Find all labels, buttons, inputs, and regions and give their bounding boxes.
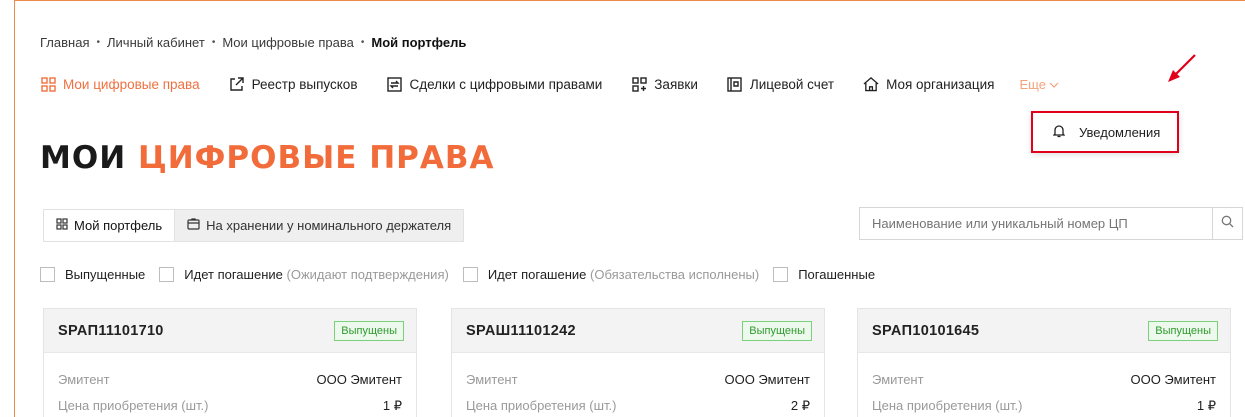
filter-checkbox[interactable] (773, 267, 789, 282)
nav-item-label: Заявки (654, 76, 698, 92)
nav-item-my-digital-rights[interactable]: Мои цифровые права (40, 76, 200, 92)
issuer-value: ООО Эмитент (724, 372, 810, 387)
nav-item-label: Сделки с цифровыми правами (409, 76, 603, 92)
tab-nominee-storage[interactable]: На хранении у номинального держателя (175, 210, 463, 241)
tab-my-portfolio[interactable]: Мой портфель (44, 210, 176, 241)
filter-note: (Ожидают подтверждения) (286, 267, 449, 282)
issuer-label: Эмитент (58, 372, 110, 387)
price-row: Цена приобретения (шт.) 2 ₽ (452, 398, 824, 414)
filter-redeemed[interactable]: Погашенные (773, 267, 875, 282)
issuer-label: Эмитент (466, 372, 518, 387)
nav-item-deals[interactable]: Сделки с цифровыми правами (386, 76, 602, 92)
status-badge: Выпущены (1148, 320, 1218, 341)
search-box (859, 207, 1243, 240)
filter-checkbox[interactable] (40, 267, 55, 282)
external-link-icon (229, 76, 245, 92)
asset-code: SPAШ11101242 (466, 322, 576, 339)
search-button[interactable] (1212, 208, 1242, 239)
tab-label: Мой портфель (74, 218, 163, 233)
notifications-menu-item[interactable]: Уведомления (1031, 111, 1179, 153)
search-input[interactable] (860, 208, 1212, 239)
filter-issued[interactable]: Выпущенные (40, 267, 145, 282)
breadcrumb-home[interactable]: Главная (40, 35, 89, 50)
nav-item-account[interactable]: Лицевой счет (727, 76, 834, 92)
status-badge: Выпущены (742, 320, 812, 341)
filter-label: Идет погашение (487, 267, 587, 282)
issuer-value: ООО Эмитент (1130, 372, 1216, 387)
filter-label: Идет погашение (184, 267, 283, 282)
breadcrumb-separator: • (211, 37, 216, 48)
issuer-row: Эмитент ООО Эмитент (858, 372, 1230, 387)
breadcrumb-current: Мой портфель (371, 35, 467, 50)
issuer-label: Эмитент (872, 372, 924, 387)
asset-code: SPAП10101645 (872, 322, 980, 339)
nav-item-label: Реестр выпусков (251, 76, 358, 92)
home-icon (863, 76, 879, 92)
apps-icon (631, 76, 647, 92)
status-filters: Выпущенные Идет погашение (Ожидают подтв… (40, 267, 889, 282)
nav-item-organization[interactable]: Моя организация (863, 76, 994, 92)
asset-card[interactable]: SPAП11101710 Выпущены Эмитент ООО Эмитен… (43, 308, 417, 417)
breadcrumb-digital-rights[interactable]: Мои цифровые права (222, 35, 354, 50)
bell-icon (1052, 124, 1066, 141)
wallet-icon (187, 218, 200, 233)
nav-item-registry[interactable]: Реестр выпусков (229, 76, 358, 92)
page-title-part1: МОИ (40, 140, 127, 176)
price-label: Цена приобретения (шт.) (872, 398, 1023, 413)
filter-checkbox[interactable] (159, 267, 175, 282)
grid-icon (56, 218, 68, 233)
annotation-arrow-icon (1168, 54, 1196, 82)
asset-card[interactable]: SPAП10101645 Выпущены Эмитент ООО Эмитен… (857, 308, 1231, 417)
tab-label: На хранении у номинального держателя (206, 218, 452, 233)
nav-more-label: Еще (1019, 76, 1046, 92)
notifications-label: Уведомления (1079, 124, 1161, 140)
issuer-row: Эмитент ООО Эмитент (452, 372, 824, 387)
account-icon (727, 76, 743, 92)
price-value: 1 ₽ (382, 398, 402, 413)
main-nav: Мои цифровые права Реестр выпусков Сделк… (40, 73, 1059, 95)
grid-icon (40, 76, 56, 92)
breadcrumb-separator: • (360, 37, 365, 48)
asset-card-header: SPAП10101645 Выпущены (858, 309, 1230, 353)
issuer-value: ООО Эмитент (316, 372, 402, 387)
price-row: Цена приобретения (шт.) 1 ₽ (44, 398, 416, 414)
filter-checkbox[interactable] (462, 267, 478, 282)
price-label: Цена приобретения (шт.) (58, 398, 209, 413)
nav-item-label: Лицевой счет (749, 76, 835, 92)
filter-redemption-pending[interactable]: Идет погашение (Ожидают подтверждения) (159, 267, 449, 282)
portfolio-tabs: Мой портфель На хранении у номинального … (43, 209, 465, 242)
nav-more-button[interactable]: Еще (1019, 76, 1059, 92)
issuer-row: Эмитент ООО Эмитент (44, 372, 416, 387)
page-title: МОИ ЦИФРОВЫЕ ПРАВА (40, 140, 494, 176)
search-icon (1221, 215, 1234, 233)
price-value: 2 ₽ (790, 398, 810, 413)
page-title-part2: ЦИФРОВЫЕ ПРАВА (137, 140, 495, 176)
chevron-down-icon (1049, 77, 1059, 92)
nav-item-label: Моя организация (886, 76, 995, 92)
asset-card-header: SPAП11101710 Выпущены (44, 309, 416, 353)
filter-redemption-fulfilled[interactable]: Идет погашение (Обязательства исполнены) (462, 267, 760, 282)
asset-card-header: SPAШ11101242 Выпущены (452, 309, 824, 353)
filter-label: Погашенные (798, 267, 876, 282)
breadcrumb-separator: • (96, 37, 100, 48)
status-badge: Выпущены (334, 320, 404, 341)
breadcrumb-cabinet[interactable]: Личный кабинет (107, 35, 205, 50)
exchange-icon (386, 76, 402, 92)
nav-item-requests[interactable]: Заявки (631, 76, 698, 92)
asset-card[interactable]: SPAШ11101242 Выпущены Эмитент ООО Эмитен… (451, 308, 825, 417)
nav-item-label: Мои цифровые права (63, 76, 200, 92)
filter-label: Выпущенные (65, 267, 146, 282)
price-row: Цена приобретения (шт.) 1 ₽ (858, 398, 1230, 414)
asset-code: SPAП11101710 (58, 322, 164, 339)
price-value: 1 ₽ (1196, 398, 1216, 413)
breadcrumb: Главная • Личный кабинет • Мои цифровые … (40, 35, 466, 50)
price-label: Цена приобретения (шт.) (466, 398, 617, 413)
filter-note: (Обязательства исполнены) (590, 267, 760, 282)
